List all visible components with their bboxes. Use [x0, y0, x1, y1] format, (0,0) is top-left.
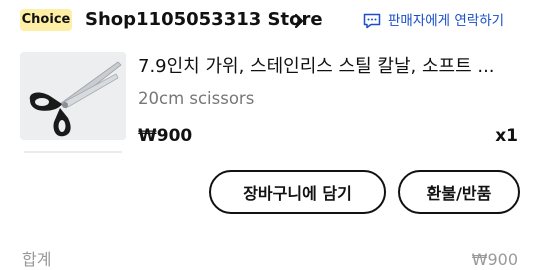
- total-value: ₩900: [471, 250, 518, 269]
- product-thumbnail[interactable]: [20, 52, 126, 140]
- product-price: ₩900: [138, 126, 193, 146]
- chat-bubble-icon: [363, 13, 381, 29]
- product-quantity: x1: [495, 126, 518, 146]
- chevron-right-icon[interactable]: [290, 12, 308, 30]
- contact-seller-link[interactable]: 판매자에게 연락하기: [362, 10, 504, 32]
- refund-return-button[interactable]: 환불/반품: [398, 170, 520, 214]
- scissors-image: [20, 52, 126, 140]
- product-variant: 20cm scissors: [138, 89, 255, 108]
- total-label: 합계: [22, 250, 52, 269]
- choice-badge: Choice: [20, 9, 72, 31]
- contact-seller-label: 판매자에게 연락하기: [388, 13, 505, 29]
- add-to-cart-button[interactable]: 장바구니에 담기: [209, 170, 386, 214]
- store-name-link[interactable]: Shop1105053313 Store: [85, 8, 323, 32]
- store-header: Choice Shop1105053313 Store 판매자에게 연락하기: [0, 0, 540, 42]
- product-title[interactable]: 7.9인치 가위, 스테인리스 스틸 칼날, 소프트 ...: [138, 54, 518, 80]
- thumbnail-divider: [24, 151, 122, 153]
